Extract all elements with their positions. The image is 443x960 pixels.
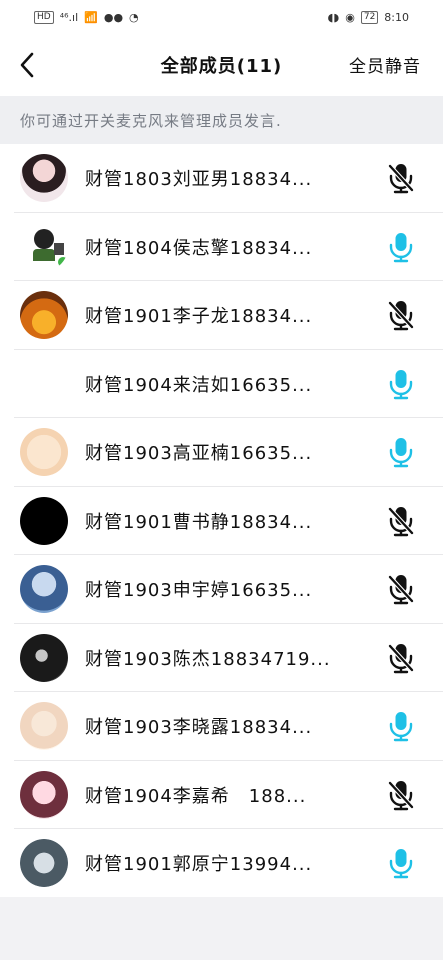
wechat-icon: ●● [103,10,124,24]
avatar[interactable] [20,496,68,545]
member-row[interactable]: 财管1901曹书静18834... [0,487,443,556]
member-row[interactable]: 财管1903高亚楠16635... [0,418,443,487]
bottom-spacer [0,897,443,960]
member-name: 财管1901李子龙18834... [85,306,313,328]
member-name: 财管1901曹书静18834... [85,511,313,533]
battery-indicator: 72 [360,10,379,24]
microphone-on-icon[interactable] [383,366,419,402]
avatar[interactable] [20,633,68,682]
member-row[interactable]: 财管1803刘亚男18834... [0,144,443,213]
eye-icon: ◉ [345,10,355,24]
app-notification-icon: ◔ [129,10,139,24]
status-bar: HD ⁴⁶.ıl 📶 ●● ◔ ◖◗ ◉ 72 8:10 [0,0,443,34]
wifi-icon: 📶 [84,10,98,24]
avatar[interactable] [20,770,68,819]
microphone-on-icon[interactable] [383,708,419,744]
info-text: 你可通过开关麦克风来管理成员发言. [20,111,282,130]
microphone-on-icon[interactable] [383,845,419,881]
signal-indicator: ⁴⁶.ıl [59,10,79,24]
member-row[interactable]: 财管1903申宇婷16635... [0,555,443,624]
member-row[interactable]: 财管1804侯志擎18834... [0,213,443,282]
microphone-muted-icon[interactable] [383,297,419,333]
member-name: 财管1804侯志擎18834... [85,237,313,259]
avatar[interactable] [20,428,68,477]
time-text: 8:10 [384,10,409,24]
mute-all-button[interactable]: 全员静音 [349,52,421,77]
member-row[interactable]: 财管1903陈杰18834719... [0,624,443,693]
member-name: 财管1803刘亚男18834... [85,169,313,191]
avatar[interactable] [20,565,68,614]
member-name: 财管1904李嘉希 188... [85,785,307,807]
info-banner: 你可通过开关麦克风来管理成员发言. [0,96,443,144]
microphone-muted-icon[interactable] [383,503,419,539]
member-row[interactable]: 财管1901李子龙18834... [0,281,443,350]
microphone-muted-icon[interactable] [383,160,419,196]
avatar[interactable] [20,154,68,203]
hd-indicator: HD [34,10,54,24]
microphone-muted-icon[interactable] [383,640,419,676]
member-row[interactable]: 财管1904来洁如16635... [0,350,443,419]
member-name: 财管1904来洁如16635... [85,374,313,396]
member-name: 财管1903陈杰18834719... [85,648,331,670]
microphone-muted-icon[interactable] [383,571,419,607]
member-row[interactable]: 财管1904李嘉希 188... [0,761,443,830]
microphone-on-icon[interactable] [383,229,419,265]
avatar[interactable] [20,291,68,340]
page-header: 全部成员(11) 全员静音 [0,34,443,96]
avatar[interactable] [20,839,68,888]
avatar[interactable] [20,222,68,271]
microphone-muted-icon[interactable] [383,777,419,813]
member-row[interactable]: 财管1901郭原宁13994... [0,829,443,898]
microphone-on-icon[interactable] [383,434,419,470]
avatar[interactable] [20,702,68,751]
member-row[interactable]: 财管1903李晓露18834... [0,692,443,761]
member-name: 财管1901郭原宁13994... [85,854,313,876]
member-name: 财管1903申宇婷16635... [85,580,313,602]
headset-icon: ◖◗ [327,10,340,24]
avatar[interactable] [20,360,68,408]
member-name: 财管1903李晓露18834... [85,717,313,739]
member-name: 财管1903高亚楠16635... [85,443,313,465]
member-list: 财管1803刘亚男18834... 财管1804侯志擎18834... 财管1901… [0,144,443,897]
online-badge [56,254,68,269]
